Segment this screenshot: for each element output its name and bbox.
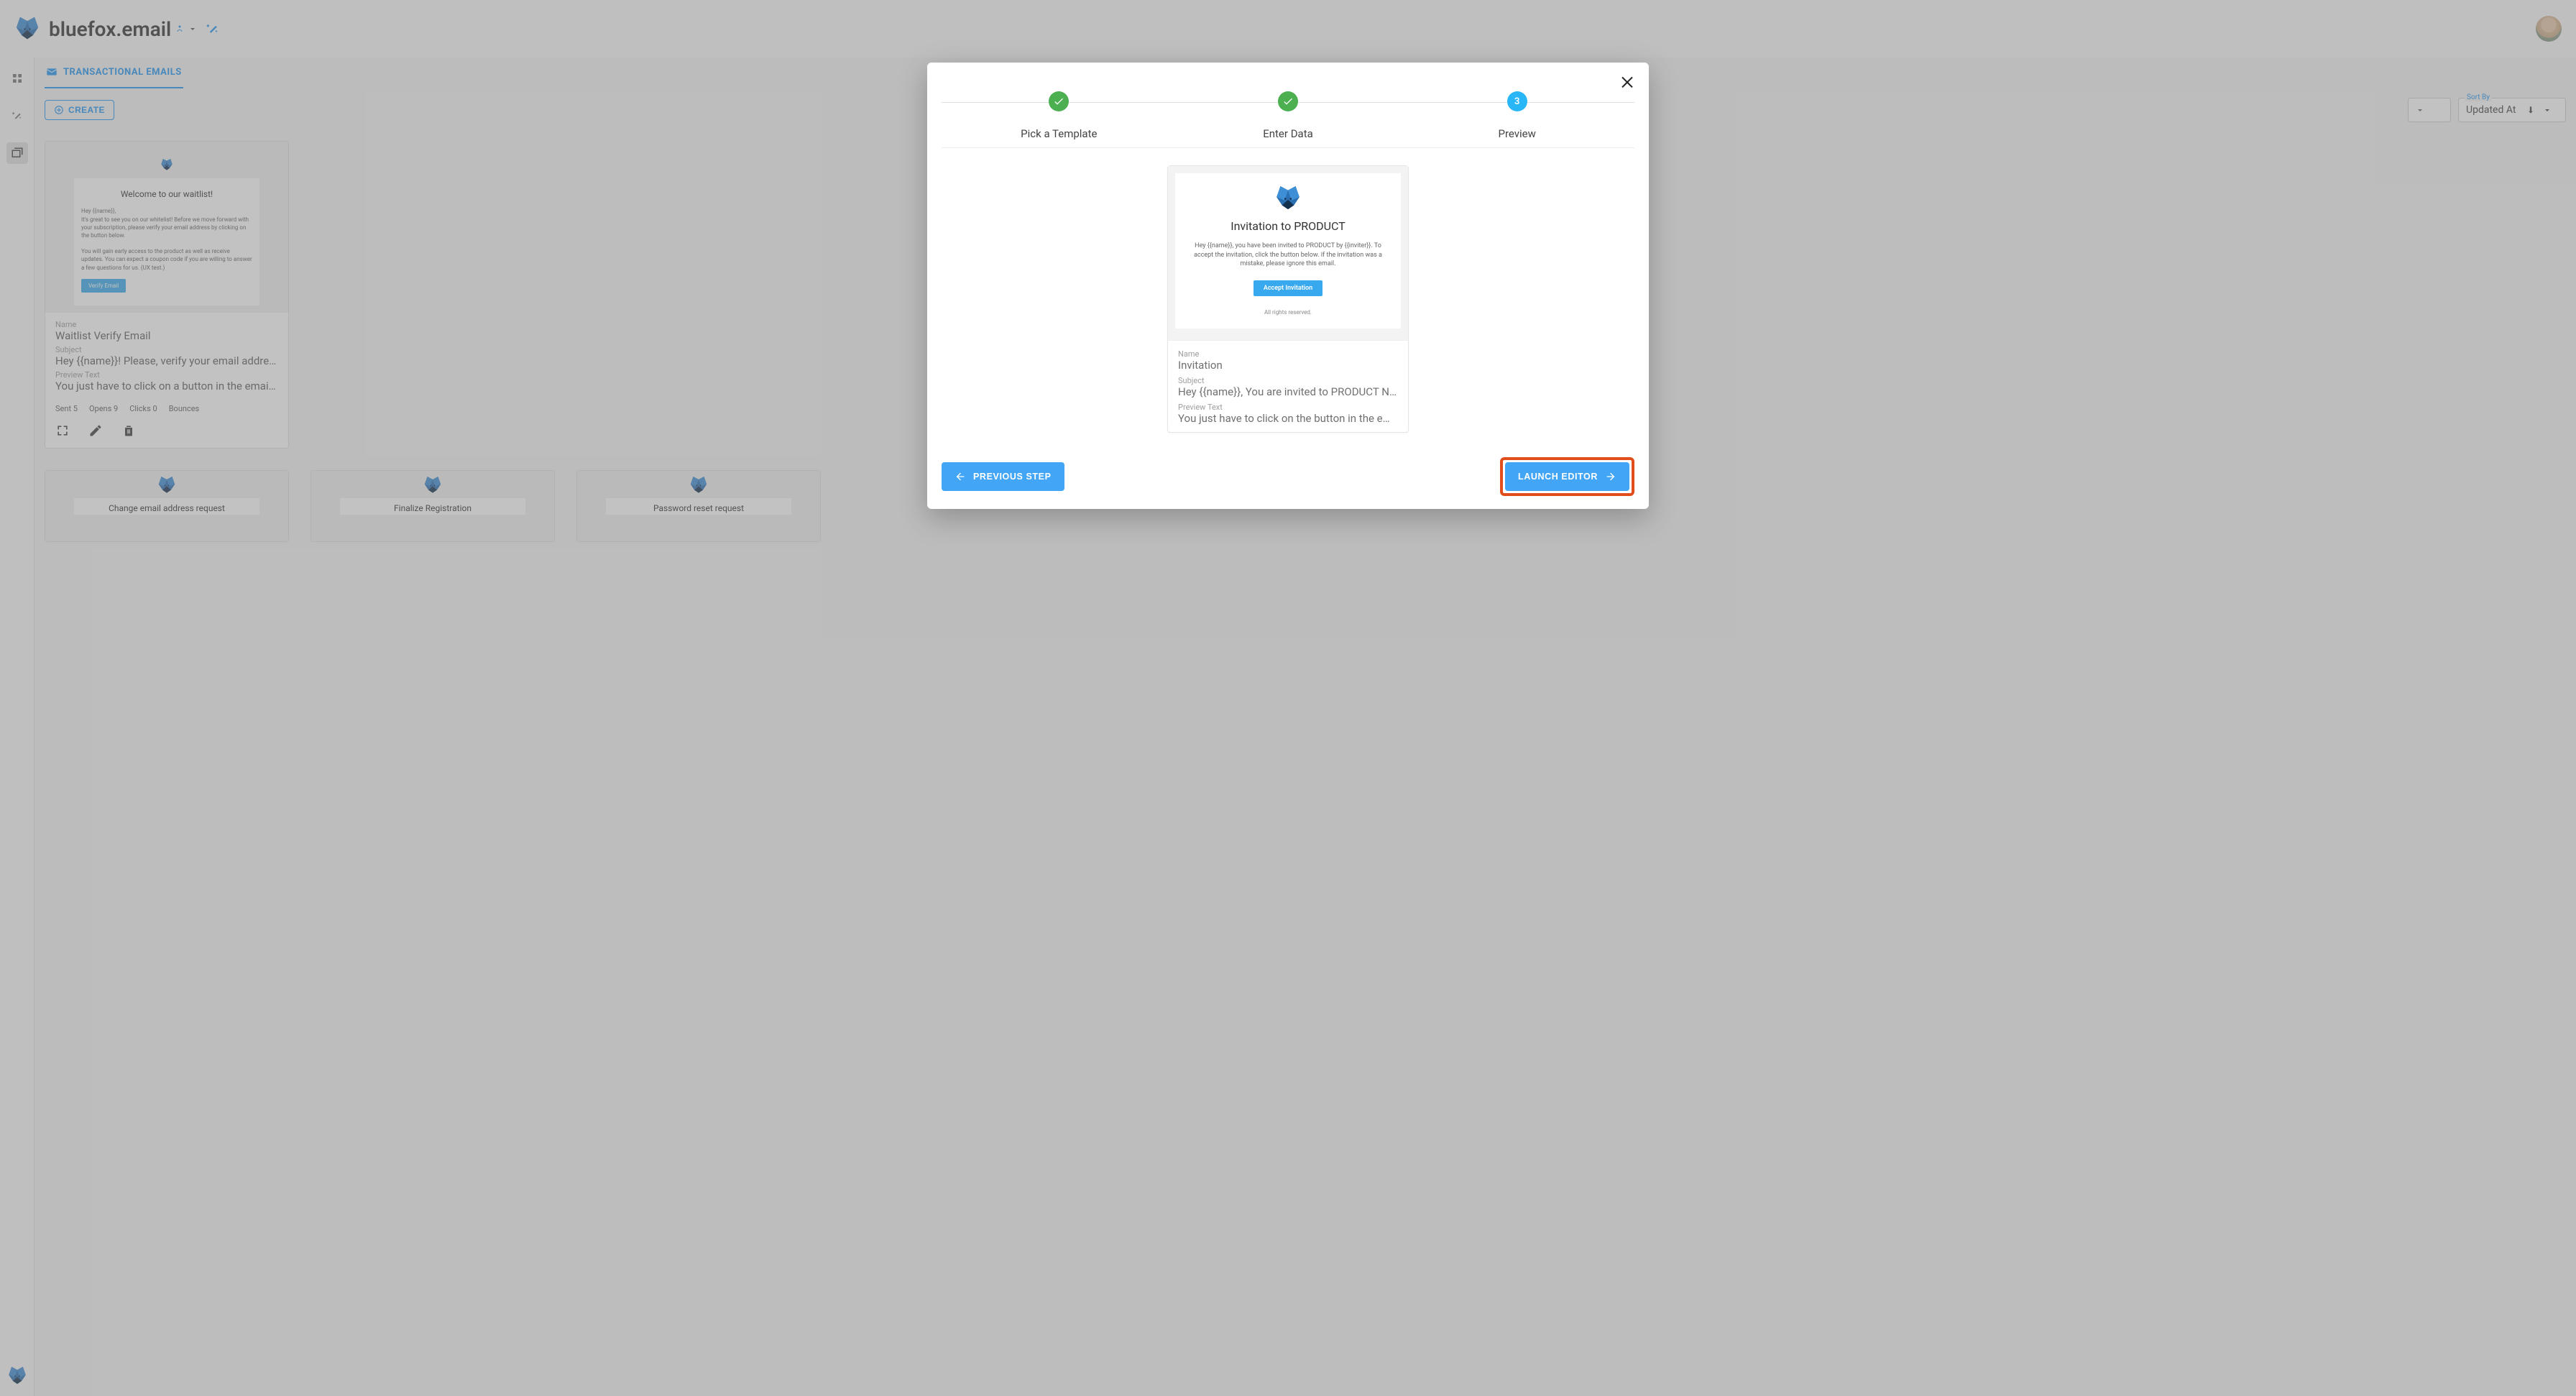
meta-preview-text: You just have to click on the button in … xyxy=(1178,412,1398,429)
meta-subject: Hey {{name}}, You are invited to PRODUCT… xyxy=(1178,385,1398,403)
step-preview[interactable]: 3 Preview xyxy=(1402,91,1632,140)
stepper: Pick a Template Enter Data 3 Preview xyxy=(942,91,1634,140)
modal-actions: PREVIOUS STEP LAUNCH EDITOR xyxy=(942,457,1634,496)
preview-card: Invitation to PRODUCT Hey {{name}}, you … xyxy=(1167,165,1409,433)
step-pick-template[interactable]: Pick a Template xyxy=(944,91,1174,140)
step-complete-icon xyxy=(1049,91,1069,111)
preview-cta-button: Accept Invitation xyxy=(1254,280,1322,296)
launch-editor-button[interactable]: LAUNCH EDITOR xyxy=(1505,462,1629,491)
arrow-left-icon xyxy=(954,471,966,482)
fox-logo-icon xyxy=(1274,186,1302,211)
step-complete-icon xyxy=(1278,91,1298,111)
email-preview: Invitation to PRODUCT Hey {{name}}, you … xyxy=(1168,166,1408,340)
create-email-modal: Pick a Template Enter Data 3 Preview Inv… xyxy=(927,63,1649,509)
arrow-right-icon xyxy=(1605,471,1616,482)
step-label: Enter Data xyxy=(1263,127,1313,140)
close-icon xyxy=(1619,73,1636,90)
step-label: Preview xyxy=(1498,127,1535,140)
preview-body: Hey {{name}}, you have been invited to P… xyxy=(1191,242,1385,269)
step-number-badge: 3 xyxy=(1507,91,1527,111)
launch-editor-highlight: LAUNCH EDITOR xyxy=(1500,457,1634,496)
previous-step-button[interactable]: PREVIOUS STEP xyxy=(942,462,1064,491)
previous-step-label: PREVIOUS STEP xyxy=(973,472,1052,482)
close-button[interactable] xyxy=(1619,73,1636,90)
preview-footer: All rights reserved. xyxy=(1191,309,1385,316)
launch-editor-label: LAUNCH EDITOR xyxy=(1518,472,1598,482)
preview-title: Invitation to PRODUCT xyxy=(1191,219,1385,233)
step-enter-data[interactable]: Enter Data xyxy=(1174,91,1403,140)
meta-name: Invitation xyxy=(1178,359,1398,376)
step-label: Pick a Template xyxy=(1021,127,1097,140)
preview-meta: Name Invitation Subject Hey {{name}}, Yo… xyxy=(1168,340,1408,432)
